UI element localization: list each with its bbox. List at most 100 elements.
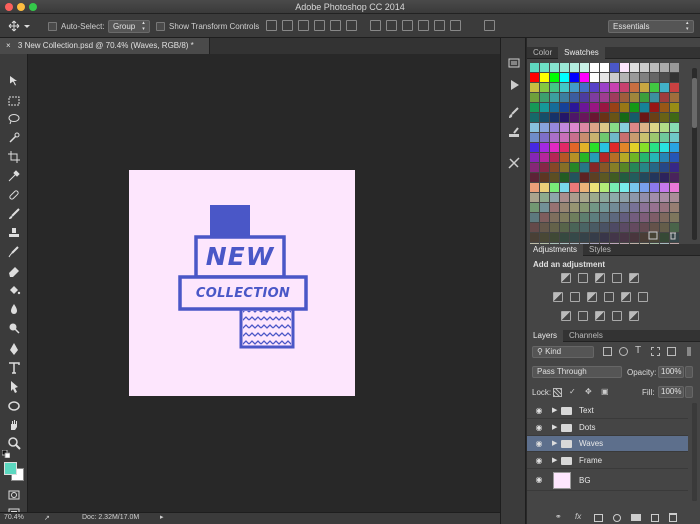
swatch[interactable] [550,113,559,122]
swatch[interactable] [660,203,669,212]
swatch[interactable] [570,233,579,242]
swatch[interactable] [540,163,549,172]
swatch[interactable] [670,63,679,72]
visibility-eye-icon[interactable]: ◉ [534,423,544,433]
swatch[interactable] [560,93,569,102]
swatch[interactable] [560,143,569,152]
layer-style-icon[interactable]: fx [575,512,581,521]
filter-toggle[interactable] [687,347,691,356]
swatch[interactable] [630,233,639,242]
swatch[interactable] [560,183,569,192]
swatch[interactable] [530,163,539,172]
swatch[interactable] [600,103,609,112]
actions-panel-icon[interactable] [507,78,521,92]
swatch[interactable] [550,183,559,192]
swatch[interactable] [610,163,619,172]
swatch[interactable] [660,213,669,222]
auto-select-dropdown[interactable]: Group [108,19,151,33]
swatch[interactable] [530,123,539,132]
swatch[interactable] [560,173,569,182]
swatch[interactable] [590,73,599,82]
swatch[interactable] [650,203,659,212]
swatch[interactable] [540,173,549,182]
swatch[interactable] [670,143,679,152]
swatch[interactable] [650,113,659,122]
layer-row-bg[interactable]: ◉ BG [527,469,688,491]
swatch[interactable] [670,183,679,192]
swatch[interactable] [530,103,539,112]
swatch[interactable] [550,203,559,212]
visibility-eye-icon[interactable]: ◉ [534,456,544,466]
layer-row-text[interactable]: ◉ ▶ Text [527,403,688,419]
invert-icon[interactable] [561,311,571,321]
swatch[interactable] [580,193,589,202]
swatch[interactable] [560,153,569,162]
swatch[interactable] [660,103,669,112]
swatch[interactable] [670,203,679,212]
swatch[interactable] [610,73,619,82]
align-bottom-icon[interactable] [298,20,309,31]
swatch[interactable] [660,113,669,122]
distribute-hcenter-icon[interactable] [434,20,445,31]
swatch[interactable] [610,63,619,72]
swatch[interactable] [580,83,589,92]
swatch[interactable] [570,113,579,122]
swatch[interactable] [530,93,539,102]
swatch[interactable] [630,173,639,182]
lock-pixels-icon[interactable]: ✓ [569,387,576,396]
swatch[interactable] [570,63,579,72]
brush-panel-icon[interactable] [507,106,521,120]
swatch[interactable] [580,113,589,122]
swatch[interactable] [630,63,639,72]
swatch[interactable] [620,193,629,202]
swatch[interactable] [630,123,639,132]
swatch[interactable] [610,93,619,102]
swatch[interactable] [660,133,669,142]
swatch[interactable] [560,123,569,132]
swatch[interactable] [530,173,539,182]
swatch[interactable] [540,93,549,102]
swatch[interactable] [620,73,629,82]
swatch[interactable] [630,143,639,152]
swatch[interactable] [550,93,559,102]
move-tool-preset[interactable] [8,19,30,33]
swatch[interactable] [590,113,599,122]
selective-color-icon[interactable] [629,311,639,321]
align-top-icon[interactable] [266,20,277,31]
auto-select-checkbox[interactable] [48,21,57,31]
swatch[interactable] [660,173,669,182]
swatch[interactable] [540,73,549,82]
paint-bucket-tool-icon[interactable] [7,283,21,297]
swatch[interactable] [580,183,589,192]
swatch[interactable] [620,223,629,232]
distribute-left-icon[interactable] [418,20,429,31]
close-document-icon[interactable]: × [6,41,11,50]
swatch[interactable] [590,103,599,112]
swatch[interactable] [620,93,629,102]
swatch[interactable] [630,213,639,222]
swatch[interactable] [530,133,539,142]
swatch[interactable] [540,83,549,92]
curves-icon[interactable] [595,273,605,283]
opacity-slider-button[interactable] [685,366,693,378]
levels-icon[interactable] [578,273,588,283]
swatch[interactable] [650,63,659,72]
tab-color[interactable]: Color [527,47,558,59]
swatch[interactable] [610,193,619,202]
swatch[interactable] [560,73,569,82]
swatch[interactable] [570,73,579,82]
swatch[interactable] [540,63,549,72]
canvas-area[interactable]: NEW COLLECTION [29,54,500,512]
swatch[interactable] [540,103,549,112]
swatch[interactable] [670,83,679,92]
swatch[interactable] [600,213,609,222]
swatch[interactable] [550,83,559,92]
swatch[interactable] [550,163,559,172]
swatch[interactable] [600,93,609,102]
swatch[interactable] [560,163,569,172]
new-swatch-icon[interactable] [648,231,658,240]
swatch[interactable] [640,73,649,82]
vibrance-icon[interactable] [629,273,639,283]
channel-mixer-icon[interactable] [621,292,631,302]
swatch[interactable] [640,193,649,202]
